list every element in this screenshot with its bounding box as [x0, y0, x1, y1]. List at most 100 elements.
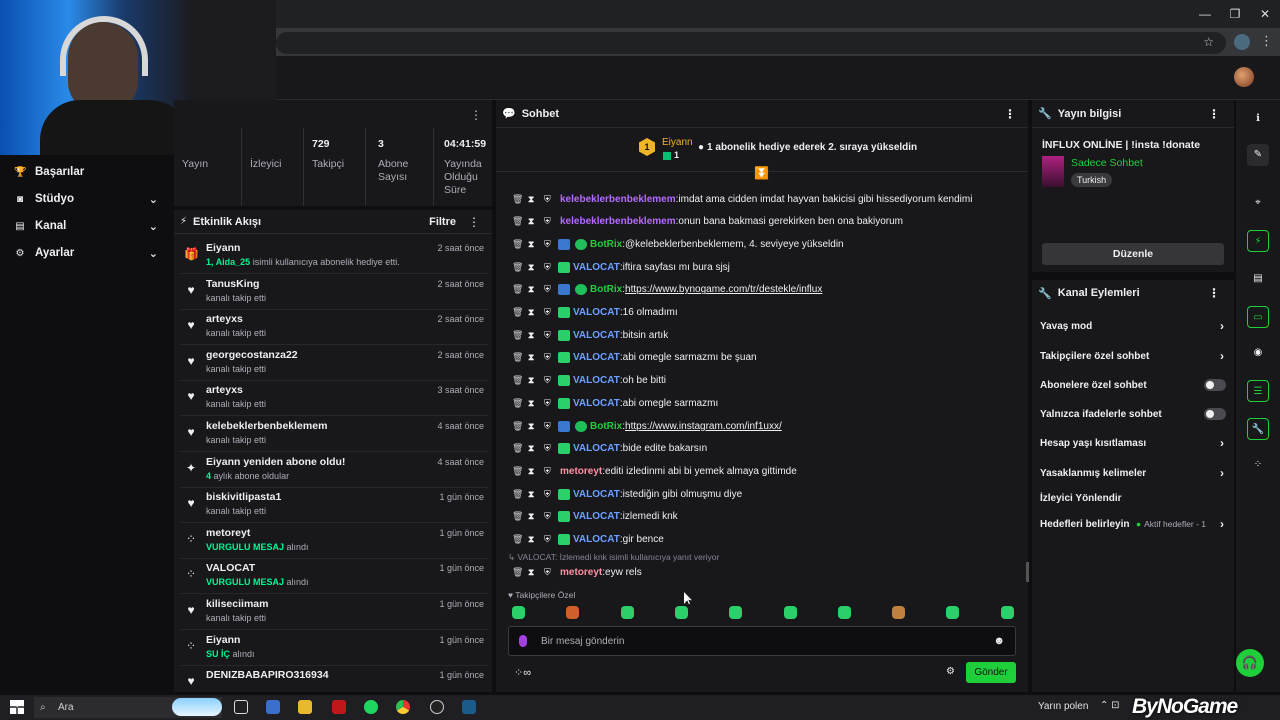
- chrome-icon[interactable]: [396, 700, 410, 714]
- emote-icon[interactable]: [674, 606, 688, 619]
- chat-input-box[interactable]: ☻: [508, 626, 1016, 656]
- sidebar-item-channel[interactable]: ▤ Kanal ⌄: [0, 213, 172, 239]
- pinned-user[interactable]: Eiyann: [662, 137, 693, 148]
- ban-icon[interactable]: ⛨: [544, 398, 556, 409]
- ban-icon[interactable]: ⛨: [544, 567, 556, 578]
- chat-username[interactable]: BotRix: [590, 239, 622, 250]
- timeout-icon[interactable]: ⧗: [528, 307, 542, 318]
- ban-icon[interactable]: ⛨: [544, 307, 556, 318]
- timeout-icon[interactable]: ⧗: [528, 534, 542, 545]
- delete-icon[interactable]: 🗑: [512, 375, 523, 386]
- bolt-icon[interactable]: ⚡: [1247, 230, 1269, 252]
- channel-action-row[interactable]: Yalnızca ifadelerle sohbet: [1040, 404, 1228, 424]
- chat-message[interactable]: 🗑 ⧗ ⛨ VALOCAT: iftira sayfası mı bura sjsj: [512, 258, 1012, 276]
- stream-info-menu-icon[interactable]: ⋮: [1208, 107, 1220, 121]
- emote-icon[interactable]: [783, 606, 797, 619]
- chat-icon[interactable]: ▭: [1247, 306, 1269, 328]
- chat-username[interactable]: VALOCAT: [573, 352, 620, 363]
- broadcast-icon[interactable]: ◉: [1247, 342, 1269, 364]
- activity-item[interactable]: ♥ arteyxs kanalı takip etti 2 saat önce: [180, 311, 488, 346]
- filter-button[interactable]: Filtre: [429, 216, 456, 228]
- timeout-icon[interactable]: ⧗: [528, 239, 542, 250]
- delete-icon[interactable]: 🗑: [512, 511, 523, 522]
- delete-icon[interactable]: 🗑: [512, 262, 523, 273]
- ban-icon[interactable]: ⛨: [544, 262, 556, 273]
- chat-message[interactable]: 🗑 ⧗ ⛨ kelebeklerbenbeklemem: imdat ama cidd…: [512, 190, 1012, 208]
- timeout-icon[interactable]: ⧗: [528, 194, 542, 205]
- delete-icon[interactable]: 🗑: [512, 239, 523, 250]
- emote-icon[interactable]: [946, 606, 960, 619]
- netflix-icon[interactable]: [332, 700, 346, 714]
- emoji-icon[interactable]: ☻: [993, 635, 1005, 647]
- timeout-icon[interactable]: ⧗: [528, 421, 542, 432]
- timeout-icon[interactable]: ⧗: [528, 489, 542, 500]
- delete-icon[interactable]: 🗑: [512, 330, 523, 341]
- chat-username[interactable]: VALOCAT: [573, 375, 620, 386]
- stats-menu-icon[interactable]: ⋮: [470, 108, 482, 122]
- close-button[interactable]: ✕: [1256, 6, 1274, 22]
- channel-action-row[interactable]: Abonelere özel sohbet: [1040, 375, 1228, 395]
- activity-item[interactable]: ♥ arteyxs kanalı takip etti 3 saat önce: [180, 382, 488, 417]
- chat-message[interactable]: 🗑 ⧗ ⛨ VALOCAT: 16 olmadımı: [512, 304, 1012, 322]
- stack-icon[interactable]: ☰: [1247, 380, 1269, 402]
- sidebar-item-settings[interactable]: ⚙ Ayarlar ⌄: [0, 240, 172, 266]
- ban-icon[interactable]: ⛨: [544, 443, 556, 454]
- activity-item[interactable]: ♥ TanusKing kanalı takip etti 2 saat önce: [180, 276, 488, 310]
- info-icon[interactable]: ℹ: [1247, 108, 1269, 130]
- file-explorer-icon[interactable]: [298, 700, 312, 714]
- emote-icon[interactable]: [729, 606, 743, 619]
- ban-icon[interactable]: ⛨: [544, 534, 556, 545]
- chat-username[interactable]: VALOCAT: [573, 307, 620, 318]
- timeout-icon[interactable]: ⧗: [528, 330, 542, 341]
- timeout-icon[interactable]: ⧗: [528, 375, 542, 386]
- collapse-arrow-icon[interactable]: ⏬: [754, 166, 769, 180]
- chat-message[interactable]: 🗑 ⧗ ⛨ BotRix: @kelebeklerbenbeklemem, 4. se…: [512, 235, 1012, 253]
- address-bar[interactable]: ☆: [276, 32, 1226, 54]
- chat-username[interactable]: metoreyt: [560, 567, 602, 578]
- chat-message[interactable]: 🗑 ⧗ ⛨ metoreyt: editi izledinmi abi bi yeme…: [512, 462, 1012, 480]
- chat-message[interactable]: 🗑 ⧗ ⛨ VALOCAT: bide edite bakarsın: [512, 440, 1012, 458]
- timeout-icon[interactable]: ⧗: [528, 398, 542, 409]
- emote-icon[interactable]: [892, 606, 906, 619]
- chat-input[interactable]: [541, 634, 981, 649]
- browser-menu-icon[interactable]: ⋮: [1260, 33, 1273, 49]
- delete-icon[interactable]: 🗑: [512, 534, 523, 545]
- chat-message[interactable]: 🗑 ⧗ ⛨ VALOCAT: bitsin artık: [512, 326, 1012, 344]
- timeout-icon[interactable]: ⧗: [528, 352, 542, 363]
- delete-icon[interactable]: 🗑: [512, 307, 523, 318]
- activity-item[interactable]: ⁘ VALOCAT VURGULU MESAJ alındı 1 gün önce: [180, 560, 488, 595]
- bookmark-star-icon[interactable]: ☆: [1203, 35, 1214, 49]
- channel-action-row[interactable]: Yasaklanmış kelimeler ›: [1040, 463, 1228, 483]
- wrench-icon[interactable]: 🔧: [1247, 418, 1269, 440]
- chat-message[interactable]: 🗑 ⧗ ⛨ BotRix: https://www.instagram.com/inf…: [512, 417, 1012, 435]
- timeout-icon[interactable]: ⧗: [528, 443, 542, 454]
- chat-message[interactable]: 🗑 ⧗ ⛨ VALOCAT: oh be bitti: [512, 372, 1012, 390]
- pencil-icon[interactable]: ✎: [1247, 144, 1269, 166]
- delete-icon[interactable]: 🗑: [512, 284, 523, 295]
- delete-icon[interactable]: 🗑: [512, 352, 523, 363]
- channel-action-row[interactable]: Hedefleri belirleyin › Aktif hedefler - 1: [1040, 514, 1228, 534]
- chat-message[interactable]: 🗑 ⧗ ⛨ VALOCAT: gir bence: [512, 531, 1012, 549]
- dots-icon[interactable]: ⁘: [1247, 454, 1269, 476]
- minimize-button[interactable]: —: [1196, 6, 1214, 22]
- chat-message[interactable]: 🗑 ⧗ ⛨ VALOCAT: istediğin gibi olmuşmu diye: [512, 485, 1012, 503]
- system-tray-icons[interactable]: ⌃ ⊡: [1100, 700, 1120, 711]
- chat-username[interactable]: BotRix: [590, 421, 622, 432]
- activity-item[interactable]: ✦ Eiyann yeniden abone oldu! 4 aylık abone…: [180, 454, 488, 488]
- spotify-icon[interactable]: [364, 700, 378, 714]
- user-avatar[interactable]: [1234, 67, 1254, 87]
- emote-icon[interactable]: [566, 606, 580, 619]
- maximize-button[interactable]: ❐: [1226, 6, 1244, 22]
- chat-username[interactable]: kelebeklerbenbeklemem: [560, 194, 676, 205]
- toggle-switch[interactable]: [1204, 379, 1226, 391]
- chat-message[interactable]: 🗑 ⧗ ⛨ VALOCAT: izlemedi knk: [512, 508, 1012, 526]
- chat-username[interactable]: kelebeklerbenbeklemem: [560, 216, 676, 227]
- timeout-icon[interactable]: ⧗: [528, 567, 542, 578]
- sidebar-item-achievements[interactable]: 🏆 Başarılar: [0, 159, 172, 185]
- channel-action-row[interactable]: Yavaş mod ›: [1040, 316, 1228, 336]
- ban-icon[interactable]: ⛨: [544, 216, 556, 227]
- chat-username[interactable]: VALOCAT: [573, 330, 620, 341]
- emote-icon[interactable]: [620, 606, 634, 619]
- delete-icon[interactable]: 🗑: [512, 443, 523, 454]
- activity-item[interactable]: ♥ kelebeklerbenbeklemem kanalı takip etti 4…: [180, 418, 488, 452]
